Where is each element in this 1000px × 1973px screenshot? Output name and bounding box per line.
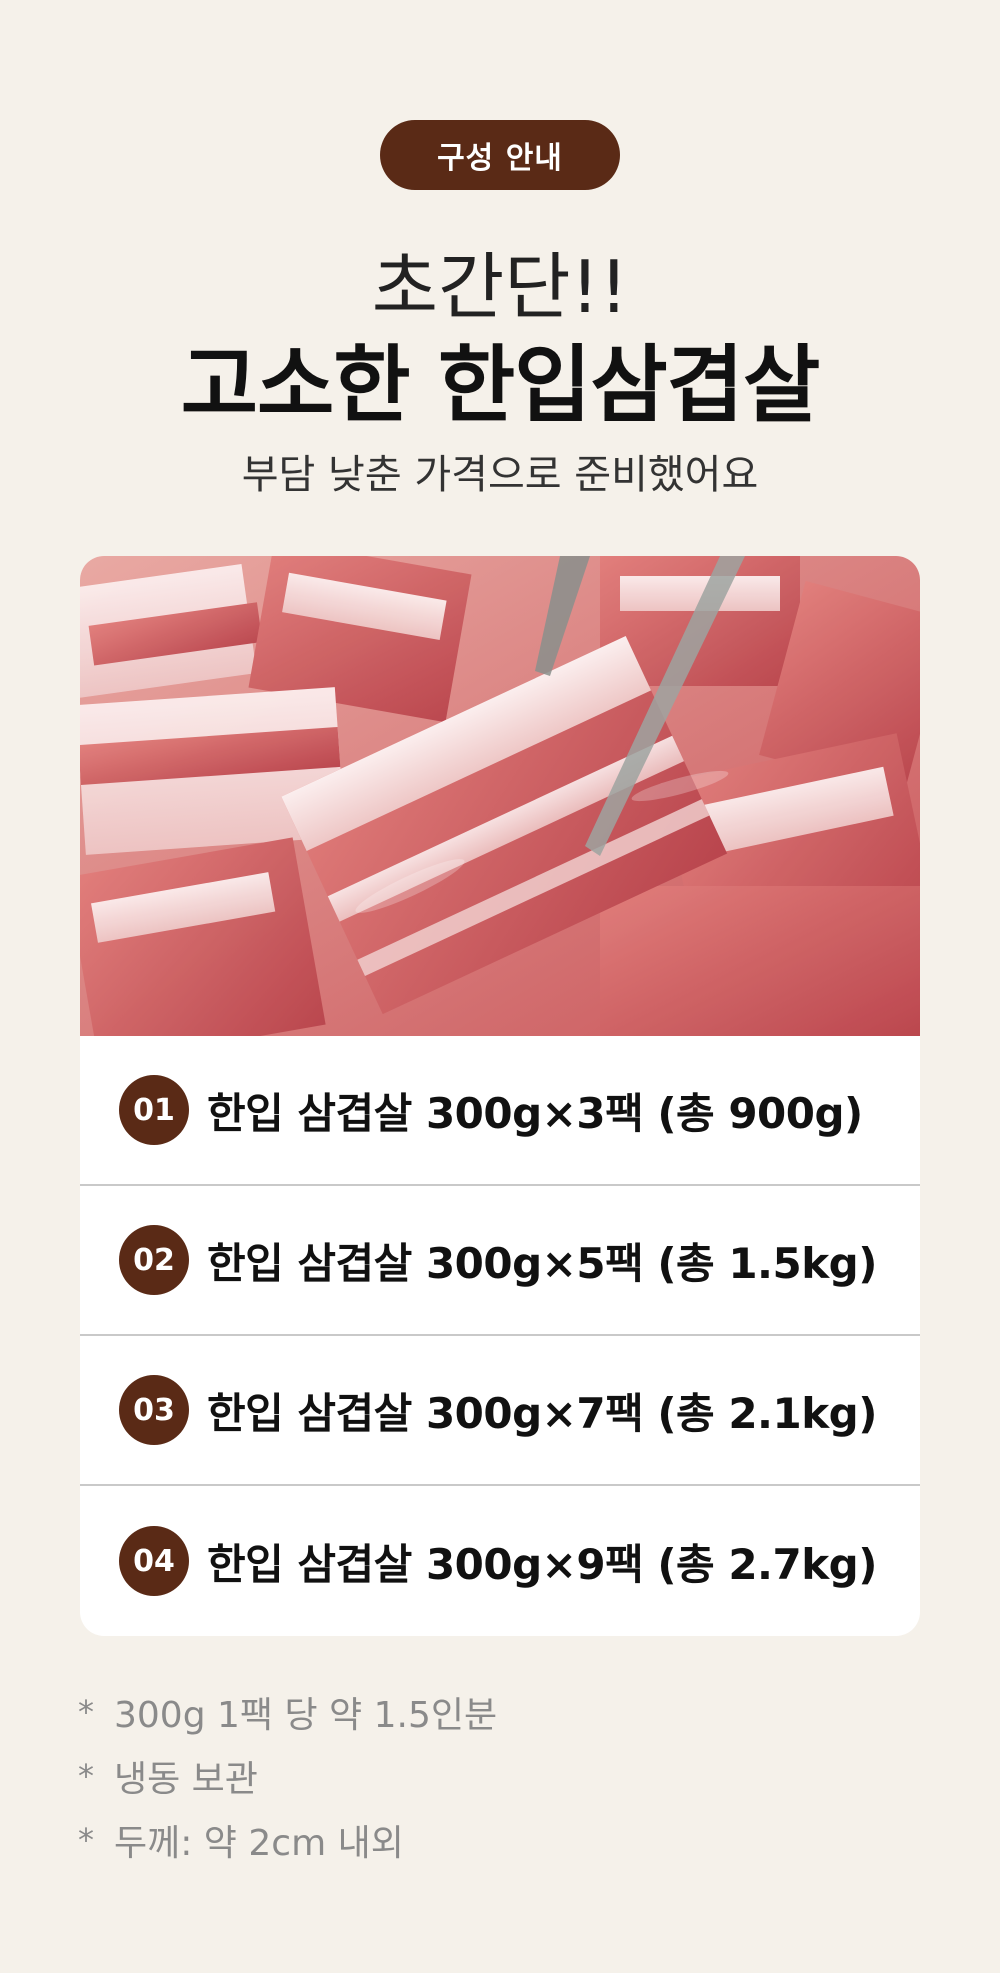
option-label: 한입 삼겹살 300g×7팩 (총 2.1kg) xyxy=(207,1388,877,1438)
headline-line-2: 고소한 한입삼겹살 xyxy=(180,336,821,434)
note-item: * 냉동 보관 xyxy=(78,1744,497,1808)
note-item: * 300g 1팩 당 약 1.5인분 xyxy=(78,1680,497,1744)
asterisk-icon: * xyxy=(78,1821,94,1859)
option-row: 04 한입 삼겹살 300g×9팩 (총 2.7kg) xyxy=(80,1486,920,1636)
option-row: 03 한입 삼겹살 300g×7팩 (총 2.1kg) xyxy=(80,1336,920,1486)
note-item: * 두께: 약 2cm 내외 xyxy=(78,1808,497,1872)
product-photo xyxy=(80,556,920,1036)
note-text: 냉동 보관 xyxy=(114,1759,258,1800)
options-list: 01 한입 삼겹살 300g×3팩 (총 900g) 02 한입 삼겹살 300… xyxy=(80,1036,920,1636)
option-number-badge: 02 xyxy=(119,1225,189,1295)
subtitle: 부담 낮춘 가격으로 준비했어요 xyxy=(241,452,759,498)
note-text: 두께: 약 2cm 내외 xyxy=(114,1823,404,1864)
option-label: 한입 삼겹살 300g×9팩 (총 2.7kg) xyxy=(207,1539,877,1589)
asterisk-icon: * xyxy=(78,1757,94,1795)
option-label: 한입 삼겹살 300g×3팩 (총 900g) xyxy=(207,1088,863,1138)
section-badge: 구성 안내 xyxy=(380,120,620,190)
notes-list: * 300g 1팩 당 약 1.5인분 * 냉동 보관 * 두께: 약 2cm … xyxy=(78,1680,497,1872)
option-row: 01 한입 삼겹살 300g×3팩 (총 900g) xyxy=(80,1036,920,1186)
option-number-badge: 03 xyxy=(119,1375,189,1445)
asterisk-icon: * xyxy=(78,1693,94,1731)
option-number-badge: 01 xyxy=(119,1075,189,1145)
note-text: 300g 1팩 당 약 1.5인분 xyxy=(114,1695,498,1736)
option-label: 한입 삼겹살 300g×5팩 (총 1.5kg) xyxy=(207,1238,877,1288)
option-number-badge: 04 xyxy=(119,1526,189,1596)
product-card: 01 한입 삼겹살 300g×3팩 (총 900g) 02 한입 삼겹살 300… xyxy=(80,556,920,1636)
option-row: 02 한입 삼겹살 300g×5팩 (총 1.5kg) xyxy=(80,1186,920,1336)
